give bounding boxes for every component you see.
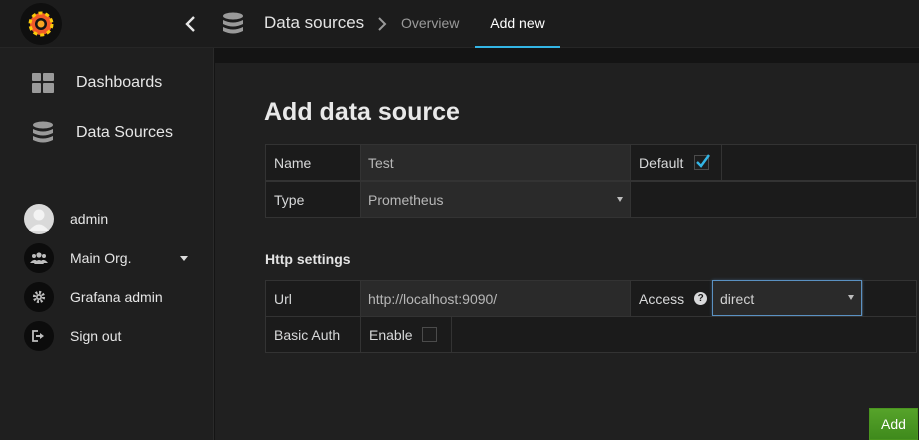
name-input[interactable]: Test	[360, 144, 631, 181]
name-input-value: Test	[368, 154, 394, 171]
row-spacer	[721, 144, 917, 181]
url-label: Url	[265, 280, 361, 317]
default-checkbox-group: Default	[630, 144, 722, 181]
row-spacer	[630, 181, 917, 218]
sidebar-item-label: Data Sources	[76, 124, 173, 141]
database-icon	[221, 11, 245, 37]
users-group-icon	[24, 243, 54, 273]
tab-overview[interactable]: Overview	[401, 15, 459, 31]
row-spacer	[451, 316, 917, 353]
type-select[interactable]: Prometheus	[360, 181, 631, 218]
sidebar-org-label: Main Org.	[70, 250, 132, 266]
type-label: Type	[265, 181, 361, 218]
page-title: Add data source	[264, 98, 460, 126]
check-icon	[696, 154, 711, 168]
sidebar-user-admin[interactable]: admin	[0, 202, 214, 236]
sidebar: Dashboards Data Sources admin Main Org. …	[0, 48, 214, 440]
basic-auth-checkbox[interactable]	[421, 327, 437, 342]
caret-down-icon[interactable]	[180, 256, 188, 261]
user-avatar-icon	[24, 204, 54, 234]
row-spacer	[862, 280, 917, 317]
caret-down-icon	[617, 197, 623, 202]
name-label: Name	[265, 144, 361, 181]
sidebar-user-label: admin	[70, 211, 109, 227]
access-select-value: direct	[720, 291, 755, 307]
sidebar-item-label: Sign out	[70, 328, 122, 344]
default-label: Default	[639, 154, 684, 171]
type-label-text: Type	[274, 191, 305, 208]
access-label-text: Access	[639, 290, 685, 307]
sidebar-item-label: Dashboards	[76, 74, 163, 91]
sidebar-item-grafana-admin[interactable]: Grafana admin	[0, 280, 214, 314]
basic-auth-checkbox-group: Enable	[360, 316, 452, 353]
url-label-text: Url	[274, 290, 292, 307]
name-label-text: Name	[274, 154, 312, 171]
chevron-right-icon	[376, 16, 388, 32]
sidebar-item-sign-out[interactable]: Sign out	[0, 319, 214, 353]
sidebar-item-label: Grafana admin	[70, 289, 163, 305]
basic-auth-label-text: Basic Auth	[274, 326, 341, 343]
chevron-left-icon[interactable]	[176, 11, 204, 37]
default-checkbox[interactable]	[694, 154, 711, 170]
url-input[interactable]: http://localhost:9090/	[360, 280, 631, 317]
breadcrumb-title[interactable]: Data sources	[264, 13, 364, 33]
gear-icon	[24, 282, 54, 312]
sidebar-org-switcher[interactable]: Main Org.	[0, 241, 214, 275]
basic-auth-label: Basic Auth	[265, 316, 361, 353]
caret-down-icon	[848, 295, 854, 300]
type-select-value: Prometheus	[368, 191, 444, 208]
tab-add-new[interactable]: Add new	[475, 0, 560, 48]
access-label: Access ?	[630, 280, 713, 317]
add-button[interactable]: Add	[869, 408, 918, 440]
sidebar-item-dashboards[interactable]: Dashboards	[0, 60, 214, 106]
database-icon	[30, 120, 56, 146]
url-input-value: http://localhost:9090/	[368, 290, 498, 307]
dashboards-grid-icon	[30, 70, 56, 96]
http-settings-heading: Http settings	[265, 251, 351, 267]
basic-auth-enable-label: Enable	[369, 326, 413, 343]
grafana-logo-icon[interactable]	[20, 3, 62, 45]
access-select[interactable]: direct	[712, 280, 862, 316]
sign-out-icon	[24, 321, 54, 351]
question-circle-icon[interactable]: ?	[694, 292, 708, 305]
sidebar-item-data-sources[interactable]: Data Sources	[0, 110, 214, 156]
top-navbar: Data sources Overview Add new	[0, 0, 919, 48]
